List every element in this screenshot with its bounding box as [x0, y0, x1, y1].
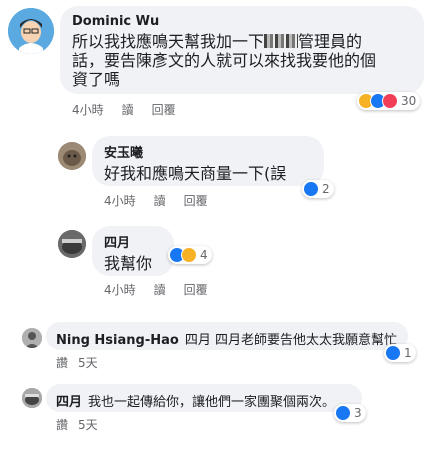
reply-link[interactable]: 回覆: [152, 103, 176, 117]
reaction-count: 4: [200, 248, 208, 262]
reaction-summary[interactable]: 2: [302, 180, 334, 198]
reaction-summary[interactable]: 3: [334, 404, 366, 422]
like-icon: [385, 345, 401, 361]
comment-actions: 4小時 讀 回覆: [104, 281, 226, 298]
user-avatar-icon: [22, 388, 42, 408]
like-icon: [303, 181, 319, 197]
comment-text: Ning Hsiang-Hao 四月 四月老師要告他太太我願意幫忙: [56, 333, 397, 348]
reply-link[interactable]: 回覆: [184, 283, 208, 297]
avatar[interactable]: [8, 8, 54, 54]
love-icon: [382, 93, 398, 109]
comment-actions: 4小時 讀 回覆: [72, 101, 194, 118]
avatar[interactable]: [58, 142, 86, 170]
avatar[interactable]: [22, 328, 42, 348]
comment-time[interactable]: 5天: [78, 356, 98, 370]
comment-author[interactable]: 四月: [56, 395, 82, 410]
reply-link[interactable]: 回覆: [184, 194, 208, 208]
comment-actions: 讚 5天: [56, 416, 116, 433]
like-link[interactable]: 讚: [56, 418, 68, 432]
user-avatar-icon: [58, 230, 86, 258]
reaction-count: 2: [322, 182, 330, 196]
like-link[interactable]: 讚: [56, 356, 68, 370]
comment-text: 所以我找應鳴天幫我加一下 管理員的 話，要告陳彥文的人就可以來找我要他的個 資了嗎: [72, 32, 377, 89]
censored-image: [264, 34, 299, 48]
comment-time[interactable]: 4小時: [104, 194, 136, 208]
comment-text: 我幫你: [104, 254, 153, 273]
reaction-summary[interactable]: 4: [168, 246, 212, 264]
comment-text: 好我和應鳴天商量一下(誤: [104, 164, 287, 183]
like-link[interactable]: 讀: [154, 283, 166, 297]
reaction-count: 30: [401, 94, 417, 108]
avatar[interactable]: [22, 388, 42, 408]
reaction-count: 1: [404, 346, 412, 360]
user-avatar-icon: [8, 8, 54, 54]
haha-icon: [181, 247, 197, 263]
comment-actions: 4小時 讀 回覆: [104, 192, 226, 209]
comment-time[interactable]: 5天: [78, 418, 98, 432]
reaction-summary[interactable]: 1: [384, 344, 416, 362]
user-avatar-icon: [22, 328, 42, 348]
comment-actions: 讚 5天: [56, 354, 116, 371]
comment-author[interactable]: Ning Hsiang-Hao: [56, 333, 179, 348]
reaction-count: 3: [354, 406, 362, 420]
like-icon: [335, 405, 351, 421]
cat-avatar-icon: [58, 142, 86, 170]
like-link[interactable]: 讀: [122, 103, 134, 117]
like-link[interactable]: 讀: [154, 194, 166, 208]
comment-author[interactable]: 四月: [104, 232, 130, 251]
comment-author[interactable]: 安玉曦: [104, 142, 143, 161]
comment-time[interactable]: 4小時: [72, 103, 104, 117]
comment-author[interactable]: Dominic Wu: [72, 14, 159, 29]
comment-text: 四月 我也一起傳給你，讓他們一家團聚個兩次。: [56, 395, 336, 410]
comment-time[interactable]: 4小時: [104, 283, 136, 297]
reaction-summary[interactable]: 30: [357, 92, 421, 110]
avatar[interactable]: [58, 230, 86, 258]
